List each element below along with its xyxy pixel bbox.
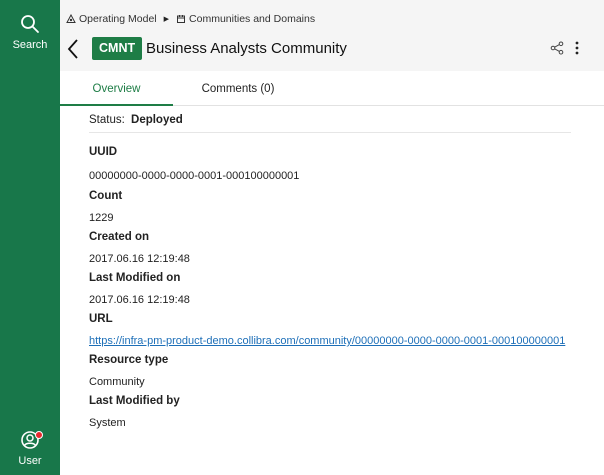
- field-label: UUID: [89, 146, 118, 158]
- field-created-on: Created on 2017.06.16 12:19:48: [89, 220, 589, 265]
- breadcrumb-communities-and-domains[interactable]: Communities and Domains: [189, 13, 315, 25]
- field-label: Count: [89, 190, 123, 202]
- status-row: Status: Deployed: [89, 106, 571, 133]
- field-last-modified-on: Last Modified on 2017.06.16 12:19:48: [89, 261, 589, 306]
- overview-content: Status: Deployed UUID 00000000-0000-0000…: [89, 106, 589, 429]
- status-label: Status:: [89, 114, 125, 126]
- page-title: Business Analysts Community: [146, 40, 347, 57]
- field-label: Created on: [89, 231, 150, 243]
- user-button[interactable]: User: [0, 430, 60, 467]
- field-count: Count 1229: [89, 179, 589, 224]
- page-header: Operating Model ▶ Communities and Domain…: [60, 0, 604, 71]
- field-last-modified-by: Last Modified by System: [89, 384, 589, 429]
- search-label: Search: [12, 39, 48, 51]
- search-icon: [21, 15, 39, 33]
- tab-bar: Overview Comments (0): [60, 71, 604, 106]
- share-icon: [550, 41, 564, 55]
- back-icon: [67, 39, 78, 59]
- field-label: URL: [89, 313, 113, 325]
- user-label: User: [18, 455, 42, 467]
- share-button[interactable]: [550, 41, 564, 60]
- field-uuid: UUID 00000000-0000-0000-0001-00010000000…: [89, 133, 589, 182]
- field-label: Last Modified on: [89, 272, 181, 284]
- asset-type-badge: CMNT: [92, 37, 143, 60]
- field-label: Resource type: [89, 354, 169, 366]
- breadcrumb-separator-icon: ▶: [163, 16, 170, 23]
- operating-model-icon: [66, 14, 76, 23]
- breadcrumb-operating-model[interactable]: Operating Model: [79, 13, 157, 25]
- back-button[interactable]: [66, 38, 80, 65]
- field-url: URL https://infra-pm-product-demo.collib…: [89, 302, 589, 347]
- breadcrumb: Operating Model ▶ Communities and Domain…: [66, 13, 315, 25]
- community-icon: [177, 15, 186, 23]
- notification-dot: [35, 431, 43, 439]
- more-icon: [575, 41, 579, 55]
- main-panel: Overview Comments (0) Status: Deployed U…: [60, 71, 604, 475]
- search-button[interactable]: Search: [0, 14, 60, 51]
- status-value: Deployed: [131, 114, 183, 126]
- field-resource-type: Resource type Community: [89, 343, 589, 388]
- tab-overview[interactable]: Overview: [60, 71, 173, 106]
- more-options-button[interactable]: [574, 41, 580, 60]
- tab-comments[interactable]: Comments (0): [173, 71, 303, 106]
- field-label: Last Modified by: [89, 395, 180, 407]
- field-value: System: [89, 417, 126, 429]
- sidebar: Search User: [0, 0, 60, 475]
